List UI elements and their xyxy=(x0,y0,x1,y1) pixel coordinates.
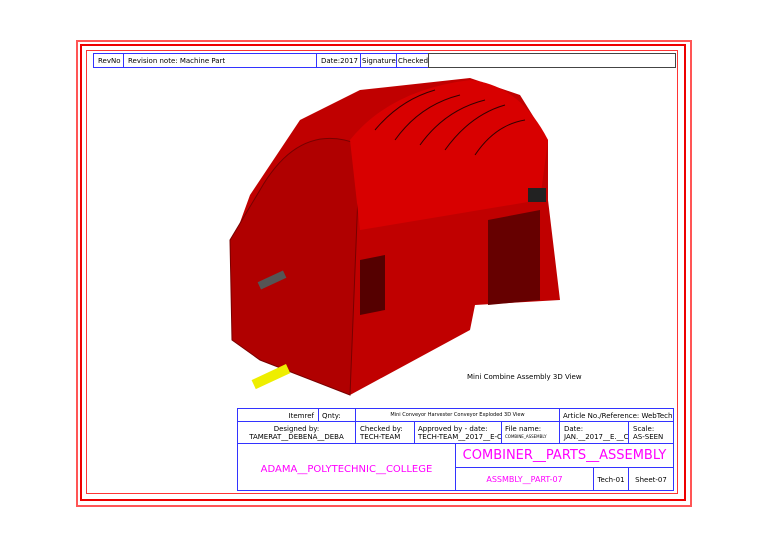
approved-by: Approved by - date: TECH-TEAM__2017__E-C. xyxy=(414,421,502,444)
assembly-title: COMBINER__PARTS__ASSEMBLY xyxy=(455,443,674,468)
designed-label: Designed by: xyxy=(273,425,320,433)
checked-label: Checked by: xyxy=(360,425,403,433)
tech-code: Tech-01 xyxy=(593,467,629,491)
bearing-icon xyxy=(528,188,546,202)
checked-by: Checked by: TECH-TEAM xyxy=(355,421,415,444)
college-name: ADAMA__POLYTECHNIC__COLLEGE xyxy=(237,443,456,491)
itemref: Itemref xyxy=(237,408,319,422)
scale-label: Scale: xyxy=(633,425,655,433)
article-reference: Article No./Reference: WebTech xyxy=(559,408,674,422)
model-slot xyxy=(360,255,385,315)
approved-label: Approved by - date: xyxy=(418,425,488,433)
file-value: COMBINE_ASSEMBLY xyxy=(505,434,547,440)
part-number: ASSMBLY__PART-07 xyxy=(455,467,594,491)
approved-value: TECH-TEAM__2017__E-C. xyxy=(418,433,502,442)
scale: Scale: AS-SEEN xyxy=(628,421,674,444)
scale-value: AS-SEEN xyxy=(633,433,664,442)
file-label: File name: xyxy=(505,425,542,433)
date-value: JAN.__2017__E.__C. xyxy=(564,433,629,442)
sheet-number: Sheet-07 xyxy=(628,467,674,491)
checked-value: TECH-TEAM xyxy=(360,433,401,442)
model-opening xyxy=(488,210,540,305)
date: Date: JAN.__2017__E.__C. xyxy=(559,421,629,444)
designed-value: TAMERAT__DEBENA__DEBA xyxy=(249,433,344,442)
date-label: Date: xyxy=(564,425,584,433)
model-front-face xyxy=(229,137,361,396)
file-name: File name: COMBINE_ASSEMBLY xyxy=(501,421,560,444)
drawing-title: Mini Conveyor Harvester Conveyor Explode… xyxy=(355,408,560,422)
yellow-shaft-icon xyxy=(251,364,291,390)
designed-by: Designed by: TAMERAT__DEBENA__DEBA xyxy=(237,421,356,444)
drawing-sheet: { "revision_bar":{"rev_no":"RevNo","note… xyxy=(0,0,768,543)
qty: Qnty: xyxy=(318,408,356,422)
view-caption: Mini Combine Assembly 3D View xyxy=(467,373,582,381)
